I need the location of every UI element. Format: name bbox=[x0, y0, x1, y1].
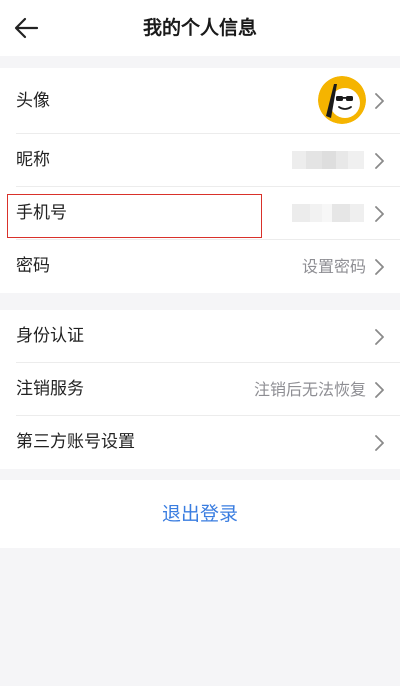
chevron-right-icon bbox=[374, 381, 386, 399]
page-title: 我的个人信息 bbox=[142, 17, 257, 39]
logout-button[interactable]: 退出登录 bbox=[0, 480, 400, 548]
phone-row[interactable]: 手机号 bbox=[0, 187, 400, 240]
password-label: 密码 bbox=[16, 256, 50, 276]
phone-value-blurred bbox=[292, 201, 364, 225]
avatar bbox=[318, 76, 366, 124]
avatar-label: 头像 bbox=[16, 91, 50, 111]
logout-group: 退出登录 bbox=[0, 480, 400, 548]
avatar-row[interactable]: 头像 bbox=[0, 68, 400, 134]
chevron-right-icon bbox=[374, 328, 386, 346]
identity-row[interactable]: 身份认证 bbox=[0, 310, 400, 363]
cancel-service-value: 注销后无法恢复 bbox=[253, 380, 366, 399]
chevron-right-icon bbox=[374, 152, 386, 170]
nickname-value-blurred bbox=[292, 148, 364, 172]
chevron-right-icon bbox=[374, 92, 386, 110]
chevron-right-icon bbox=[374, 434, 386, 452]
third-party-account-label: 第三方账号设置 bbox=[16, 432, 135, 452]
profile-info-group: 头像 昵称 手机号 密码 设置密码 bbox=[0, 68, 400, 293]
password-value: 设置密码 bbox=[301, 257, 366, 276]
identity-label: 身份认证 bbox=[16, 326, 84, 346]
third-party-account-row[interactable]: 第三方账号设置 bbox=[0, 416, 400, 469]
cancel-service-label: 注销服务 bbox=[16, 379, 84, 399]
app-header: 我的个人信息 bbox=[0, 0, 400, 56]
cancel-service-row[interactable]: 注销服务 注销后无法恢复 bbox=[0, 363, 400, 416]
chevron-right-icon bbox=[374, 205, 386, 223]
chevron-right-icon bbox=[374, 258, 386, 276]
account-settings-group: 身份认证 注销服务 注销后无法恢复 第三方账号设置 bbox=[0, 310, 400, 469]
nickname-row[interactable]: 昵称 bbox=[0, 134, 400, 187]
nickname-label: 昵称 bbox=[16, 150, 50, 170]
phone-label: 手机号 bbox=[16, 203, 67, 223]
password-row[interactable]: 密码 设置密码 bbox=[0, 240, 400, 293]
